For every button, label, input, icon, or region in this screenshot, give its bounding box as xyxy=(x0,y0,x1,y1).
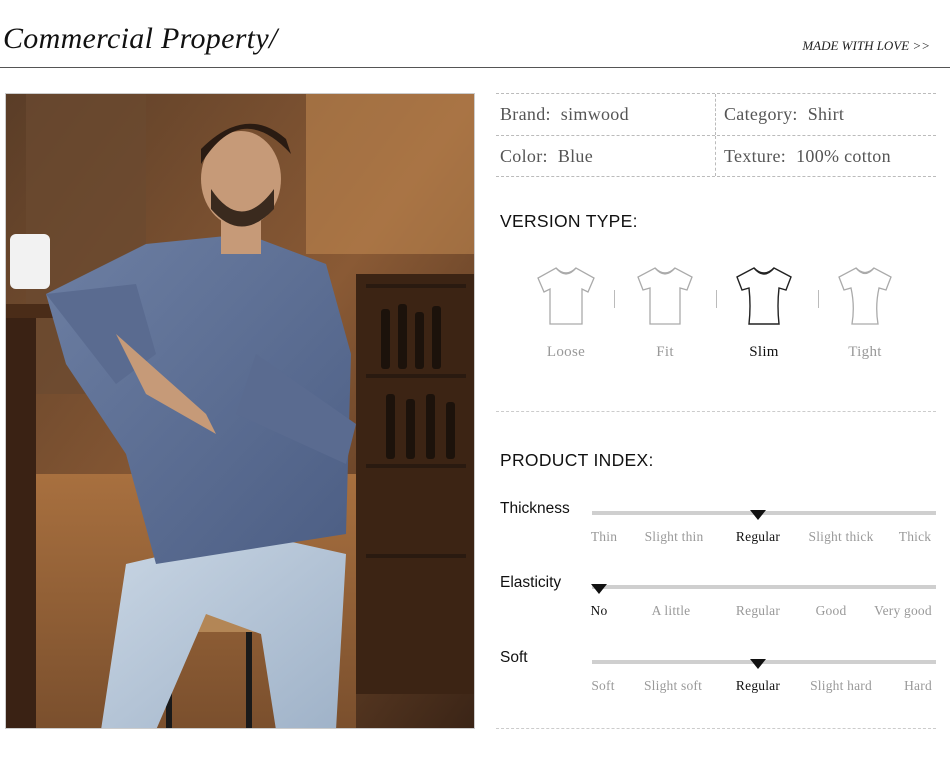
spec-divider xyxy=(715,94,716,135)
index-marker xyxy=(750,510,766,520)
index-marker xyxy=(591,584,607,594)
texture-value: 100% cotton xyxy=(796,146,891,166)
version-fit: Fit xyxy=(625,262,705,361)
index-thickness: Thickness Thin Slight thin Regular Sligh… xyxy=(500,500,940,560)
version-separator xyxy=(818,290,819,308)
section-divider xyxy=(496,411,936,412)
index-tick: Regular xyxy=(735,603,781,618)
texture-label: Texture: xyxy=(724,146,787,166)
index-tick: Slight thin xyxy=(644,529,704,544)
loose-tshirt-icon xyxy=(537,267,595,325)
page-title: Commercial Property/ xyxy=(3,22,278,55)
spec-row-color-texture: Color: Blue Texture: 100% cotton xyxy=(496,135,936,177)
index-name-elasticity: Elasticity xyxy=(500,574,562,591)
version-loose: Loose xyxy=(526,262,606,361)
spec-table: Brand: simwood Category: Shirt Color: Blue … xyxy=(496,93,936,177)
index-tick: Hard xyxy=(904,678,932,693)
spec-brand: Brand: simwood xyxy=(500,104,629,125)
page-header: Commercial Property/ MADE WITH LOVE >> xyxy=(0,0,950,68)
model-in-shirt-illustration xyxy=(6,94,474,728)
version-type-selector: Loose Fit Slim Tight xyxy=(496,262,936,372)
index-tick: Good xyxy=(815,603,847,618)
version-separator xyxy=(614,290,615,308)
version-label-slim: Slim xyxy=(749,344,779,360)
version-separator xyxy=(716,290,717,308)
category-label: Category: xyxy=(724,104,798,124)
spec-divider xyxy=(715,136,716,176)
product-index-title: PRODUCT INDEX: xyxy=(500,450,654,470)
product-photo xyxy=(5,93,475,729)
index-tick: A little xyxy=(651,603,691,618)
color-label: Color: xyxy=(500,146,548,166)
color-value: Blue xyxy=(557,146,594,166)
version-slim: Slim xyxy=(724,262,804,361)
index-name-thickness: Thickness xyxy=(500,500,570,517)
index-tick: Slight hard xyxy=(810,678,872,693)
header-tagline: MADE WITH LOVE >> xyxy=(802,38,930,53)
index-name-soft: Soft xyxy=(500,649,528,666)
index-tick: Thick xyxy=(898,529,932,544)
index-tick-selected: Regular xyxy=(735,529,781,544)
index-bar xyxy=(592,585,936,589)
spec-texture: Texture: 100% cotton xyxy=(724,146,891,167)
slim-tshirt-icon xyxy=(736,267,792,325)
brand-value: simwood xyxy=(560,104,629,124)
fit-tshirt-icon xyxy=(637,267,693,325)
index-elasticity: Elasticity No A little Regular Good Very… xyxy=(500,574,940,634)
index-tick-selected: No xyxy=(590,603,608,618)
index-tick: Soft xyxy=(591,678,615,693)
spec-color: Color: Blue xyxy=(500,146,593,167)
version-label-loose: Loose xyxy=(546,344,586,360)
brand-label: Brand: xyxy=(500,104,551,124)
index-tick: Thin xyxy=(590,529,618,544)
index-soft: Soft Soft Slight soft Regular Slight har… xyxy=(500,649,940,709)
section-divider xyxy=(496,728,936,729)
version-label-fit: Fit xyxy=(656,344,674,360)
index-tick: Slight thick xyxy=(808,529,874,544)
index-tick: Slight soft xyxy=(643,678,703,693)
index-marker xyxy=(750,659,766,669)
version-type-title: VERSION TYPE: xyxy=(500,211,638,231)
tight-tshirt-icon xyxy=(838,267,892,325)
index-tick: Very good xyxy=(874,603,932,618)
version-tight: Tight xyxy=(825,262,905,361)
spec-category: Category: Shirt xyxy=(724,104,844,125)
version-label-tight: Tight xyxy=(848,344,882,360)
category-value: Shirt xyxy=(807,104,845,124)
spec-row-brand-category: Brand: simwood Category: Shirt xyxy=(496,93,936,135)
index-tick-selected: Regular xyxy=(735,678,781,693)
